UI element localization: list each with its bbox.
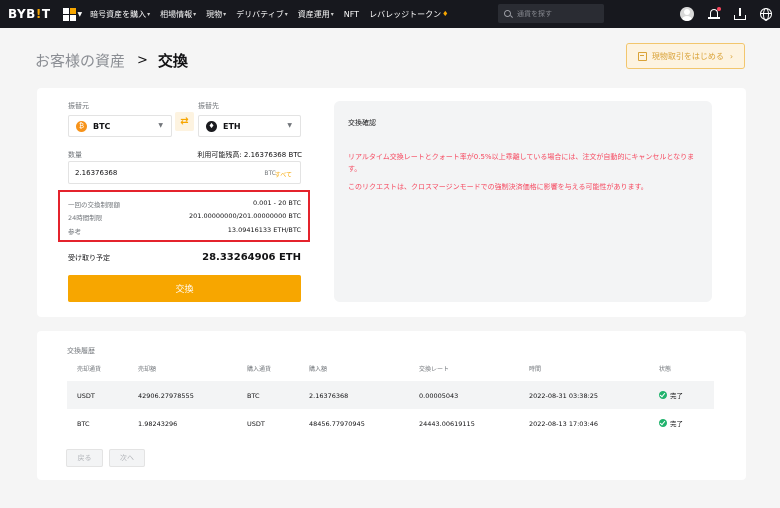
exchange-history-panel: 交換履歴 売却通貨 売却額 購入通貨 購入額 交換レート 時間 状態 USDT …: [37, 331, 746, 480]
fire-icon: ♦: [442, 10, 449, 18]
eth-icon: [206, 120, 217, 132]
limit-row: 一回の交換制限額 0.001 - 20 BTC: [68, 199, 301, 209]
table-row: USDT 42906.27978555 BTC 2.16376368 0.000…: [67, 381, 714, 409]
exchange-button[interactable]: 交換: [68, 275, 301, 302]
column-header: 売却額: [138, 366, 157, 373]
table-row: BTC 1.98243296 USDT 48456.77970945 24443…: [77, 418, 683, 428]
column-header: 購入通貨: [247, 366, 272, 373]
menu-markets[interactable]: 相場情報 ▾: [160, 9, 196, 20]
apps-grid-icon[interactable]: [62, 7, 76, 21]
check-icon: [659, 419, 667, 427]
search-input[interactable]: 通貨を探す: [498, 4, 604, 23]
available-balance: 利用可能残高: 2.16376368 BTC: [197, 151, 302, 159]
menu-leveraged-tokens[interactable]: レバレッジトークン ♦: [369, 9, 448, 20]
breadcrumb-separator: >: [137, 53, 148, 68]
warning-message: このリクエストは、クロスマージンモードでの強制決済価格に影響を与える可能性があり…: [348, 183, 648, 191]
avatar[interactable]: [680, 7, 694, 21]
download-icon[interactable]: [734, 8, 746, 20]
from-label: 振替元: [68, 102, 89, 110]
bell-icon[interactable]: [708, 7, 721, 21]
menu-buy-crypto[interactable]: 暗号資産を購入 ▾: [90, 9, 150, 20]
column-header: 交換レート: [419, 366, 450, 373]
quantity-label: 数量: [68, 151, 82, 159]
chevron-down-icon: ▼: [287, 122, 292, 129]
search-icon: [504, 10, 511, 17]
exchange-panel: 振替元 BTC ▼ ⇄ 振替先 ETH ▼ 数量 利用可能残高: 2.16376…: [37, 88, 746, 317]
max-button[interactable]: すべて: [275, 170, 292, 179]
globe-icon[interactable]: [760, 8, 772, 21]
column-header: 状態: [659, 366, 672, 373]
warning-message: リアルタイム交換レートとクォート率が0.5%以上乖離している場合には、注文が自動…: [348, 153, 695, 173]
limit-row: 参考 13.09416133 ETH/BTC: [68, 226, 301, 236]
page-title: 交換: [157, 52, 188, 70]
from-coin-select[interactable]: BTC ▼: [68, 115, 172, 137]
column-header: 売却通貨: [77, 366, 102, 373]
main-menu: 暗号資産を購入 ▾ 相場情報 ▾ 現物 ▾ デリバティブ ▾ 資産運用 ▾ NFT レバレ…: [90, 9, 458, 20]
chevron-down-icon: ▼: [77, 10, 83, 18]
to-label: 振替先: [198, 102, 219, 110]
quantity-input[interactable]: 2.16376368 BTC すべて: [68, 161, 301, 184]
chevron-down-icon: ▼: [158, 122, 163, 129]
history-title: 交換履歴: [67, 347, 95, 355]
chevron-right-icon: ›: [729, 51, 734, 61]
to-coin-select[interactable]: ETH ▼: [198, 115, 301, 137]
menu-derivatives[interactable]: デリバティブ ▾: [236, 9, 288, 20]
receive-estimate: 受け取り予定 28.33264906 ETH: [68, 252, 301, 263]
breadcrumb-assets[interactable]: お客様の資産: [35, 50, 125, 71]
prev-page-button[interactable]: 戻る: [66, 449, 103, 467]
status-badge: 完了: [659, 418, 683, 428]
exchange-confirmation: 交換確認 リアルタイム交換レートとクォート率が0.5%以上乖離している場合には、…: [334, 101, 712, 302]
limit-row: 24時間制限 201.00000000/201.00000000 BTC: [68, 212, 301, 222]
check-icon: [659, 391, 667, 399]
next-page-button[interactable]: 次へ: [109, 449, 145, 467]
column-header: 購入額: [309, 366, 328, 373]
menu-nft[interactable]: NFT: [344, 10, 359, 19]
start-spot-trading-button[interactable]: 現物取引をはじめる ›: [626, 43, 745, 69]
menu-spot[interactable]: 現物 ▾: [206, 9, 226, 20]
calendar-icon: [637, 51, 647, 61]
breadcrumb: お客様の資産 > 交換: [35, 50, 188, 71]
confirmation-title: 交換確認: [348, 119, 376, 127]
swap-icon[interactable]: ⇄: [175, 112, 194, 131]
top-nav: BYB!T ▼ 暗号資産を購入 ▾ 相場情報 ▾ 現物 ▾ デリバティブ ▾ 資産運用 ▾…: [0, 0, 780, 28]
menu-earn[interactable]: 資産運用 ▾: [298, 9, 334, 20]
column-header: 時間: [529, 366, 542, 373]
bybit-logo[interactable]: BYB!T: [8, 7, 51, 21]
btc-icon: [76, 120, 87, 132]
status-badge: 完了: [659, 390, 683, 400]
